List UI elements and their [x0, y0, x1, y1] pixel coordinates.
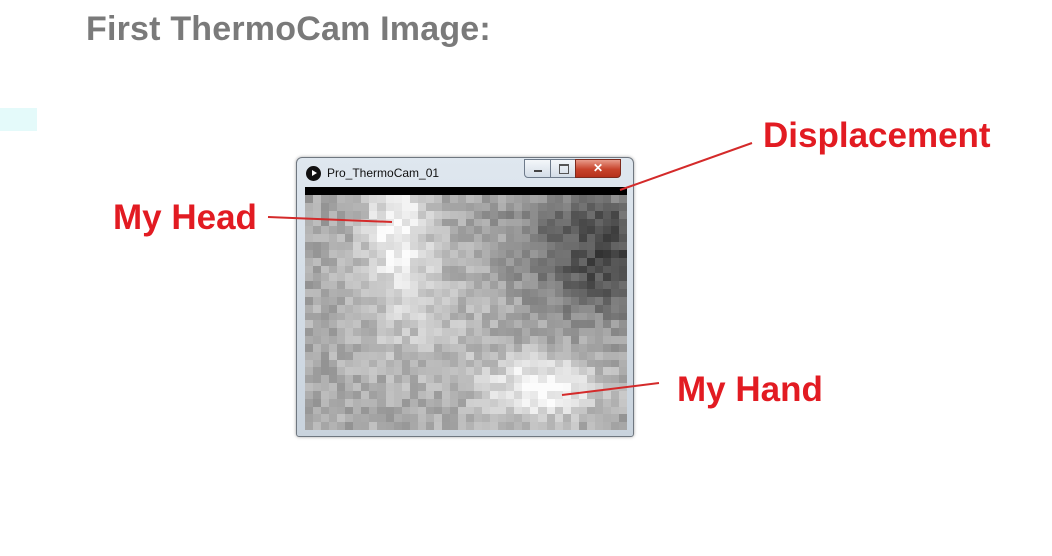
hand-leader-line	[561, 382, 660, 396]
displacement-label: Displacement	[763, 116, 991, 155]
head-leader-line	[267, 216, 393, 223]
displacement-leader-line	[619, 142, 753, 191]
my-hand-label: My Hand	[677, 370, 823, 409]
annotation-leaders	[267, 142, 753, 396]
my-head-label: My Head	[113, 198, 257, 237]
